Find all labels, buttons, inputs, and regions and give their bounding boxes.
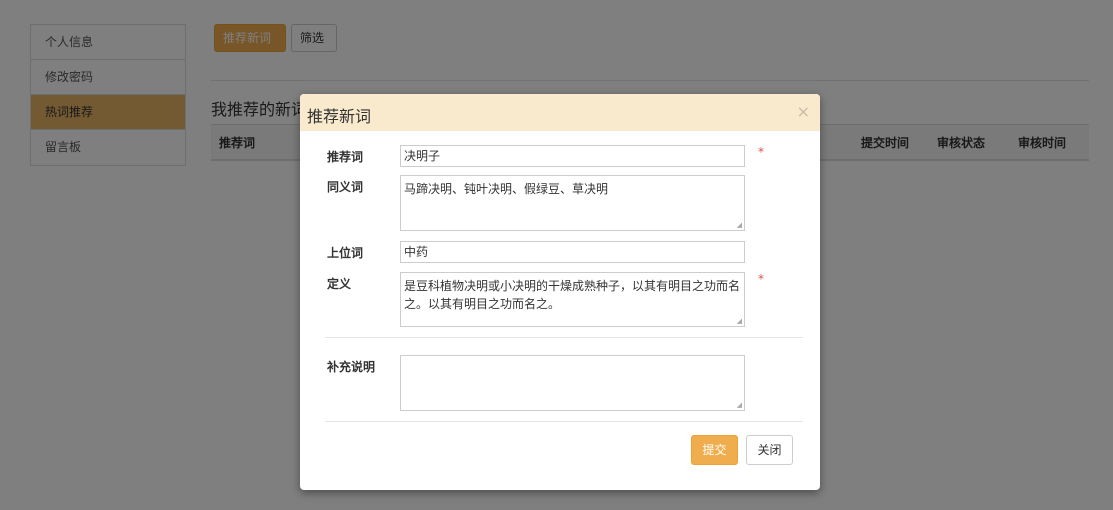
definition-required-mark: * [758,272,764,286]
resize-grip-icon[interactable]: ◢ [737,402,742,409]
term-label: 推荐词 [327,150,364,164]
definition-textarea[interactable]: 是豆科植物决明或小决明的干燥成熟种子，以其有明目之功而名之。以其有明目之功而名之… [400,272,745,327]
hypernym-value: 中药 [404,245,429,259]
page: 个人信息 修改密码 热词推荐 留言板 推荐新词 筛选 我推荐的新词 推荐词 提交… [0,0,1113,510]
synonyms-value: 马蹄决明、钝叶决明、假绿豆、草决明 [404,182,609,196]
resize-grip-icon[interactable]: ◢ [737,318,742,325]
term-required-mark: * [758,145,764,159]
footer-divider [325,421,803,422]
definition-label: 定义 [327,277,352,291]
term-input[interactable]: 决明子 [400,145,745,167]
close-icon[interactable]: × [797,102,810,121]
term-value: 决明子 [404,149,441,163]
resize-grip-icon[interactable]: ◢ [737,222,742,229]
hypernym-input[interactable]: 中药 [400,241,745,263]
notes-textarea[interactable]: ◢ [400,355,745,411]
synonyms-label: 同义词 [327,180,364,194]
definition-value: 是豆科植物决明或小决明的干燥成熟种子，以其有明目之功而名之。以其有明目之功而名之… [404,279,741,311]
submit-button[interactable]: 提交 [691,435,738,465]
modal-header: 推荐新词 × [300,94,820,131]
modal-title: 推荐新词 [307,107,372,126]
synonyms-textarea[interactable]: 马蹄决明、钝叶决明、假绿豆、草决明 ◢ [400,175,745,231]
hypernym-label: 上位词 [327,246,364,260]
form-divider [325,337,803,338]
recommend-word-modal: 推荐新词 × 推荐词 决明子 * 同义词 马蹄决明、钝叶决明、假绿豆、草决明 ◢… [300,94,820,490]
notes-label: 补充说明 [327,360,376,374]
close-button[interactable]: 关闭 [746,435,793,465]
